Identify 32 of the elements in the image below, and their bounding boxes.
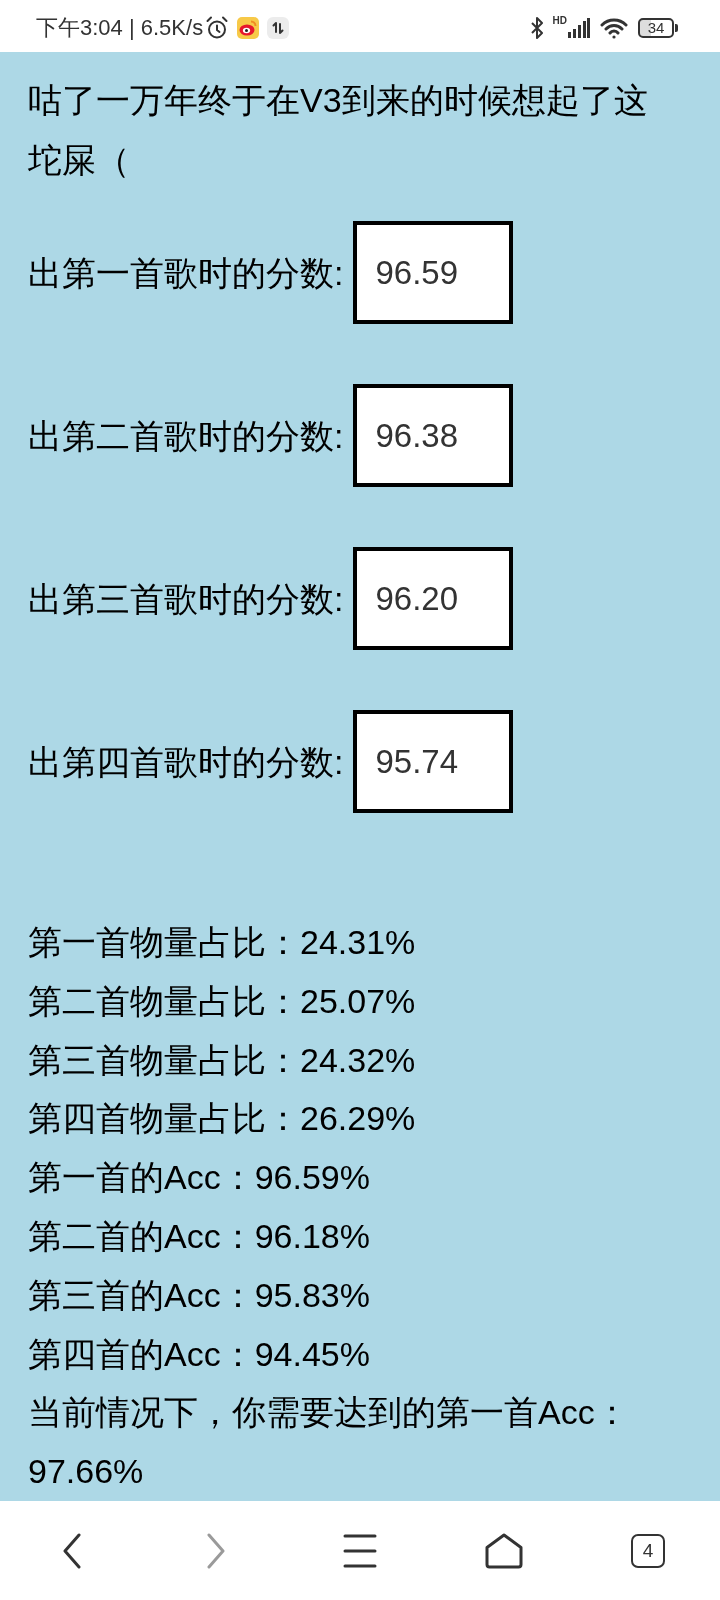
score-input[interactable]: 96.38 bbox=[353, 384, 514, 487]
result-text: 第一首的Acc：96.59% bbox=[28, 1157, 371, 1199]
score-label: 出第一首歌时的分数: bbox=[28, 252, 344, 293]
alarm-clock-icon bbox=[205, 16, 230, 40]
result-text: 第二首物量占比：25.07% bbox=[28, 980, 417, 1022]
battery-indicator: 34 bbox=[638, 18, 678, 38]
result-text: 第三首物量占比：24.32% bbox=[28, 1039, 417, 1081]
score-label: 出第二首歌时的分数: bbox=[28, 415, 344, 456]
home-icon bbox=[485, 1532, 523, 1569]
status-time: 下午3:04 | 6.5K/s bbox=[36, 14, 204, 42]
result-text: 当前情况下，你需要达到的第一首Acc：97.66% bbox=[28, 1392, 630, 1493]
result-text: 第三首的Acc：95.83% bbox=[28, 1274, 371, 1316]
score-label: 出第四首歌时的分数: bbox=[28, 741, 344, 782]
chevron-left-icon bbox=[62, 1532, 82, 1569]
result-text: 第四首物量占比：26.29% bbox=[28, 1098, 417, 1140]
score-input[interactable]: 96.59 bbox=[353, 221, 514, 324]
score-input[interactable]: 96.20 bbox=[353, 547, 514, 650]
score-label: 出第三首歌时的分数: bbox=[28, 578, 344, 619]
result-text: 第四首的Acc：94.45% bbox=[28, 1333, 371, 1375]
app-logo-icon bbox=[237, 17, 260, 39]
bluetooth-icon bbox=[530, 16, 543, 40]
arrows-icon bbox=[267, 17, 290, 39]
signal-icon bbox=[568, 18, 590, 38]
chevron-right-icon bbox=[206, 1532, 226, 1569]
menu-icon bbox=[343, 1533, 377, 1568]
wifi-icon bbox=[600, 17, 628, 39]
page-title: 咕了一万年终于在V3到来的时候想起了这坨屎（ bbox=[28, 80, 649, 181]
score-input[interactable]: 95.74 bbox=[353, 710, 514, 813]
tabs-button[interactable]: 4 bbox=[631, 1533, 665, 1568]
result-text: 第二首的Acc：96.18% bbox=[28, 1216, 371, 1257]
result-text: 第一首物量占比：24.31% bbox=[28, 922, 417, 963]
network-type-label: HD bbox=[552, 16, 567, 26]
